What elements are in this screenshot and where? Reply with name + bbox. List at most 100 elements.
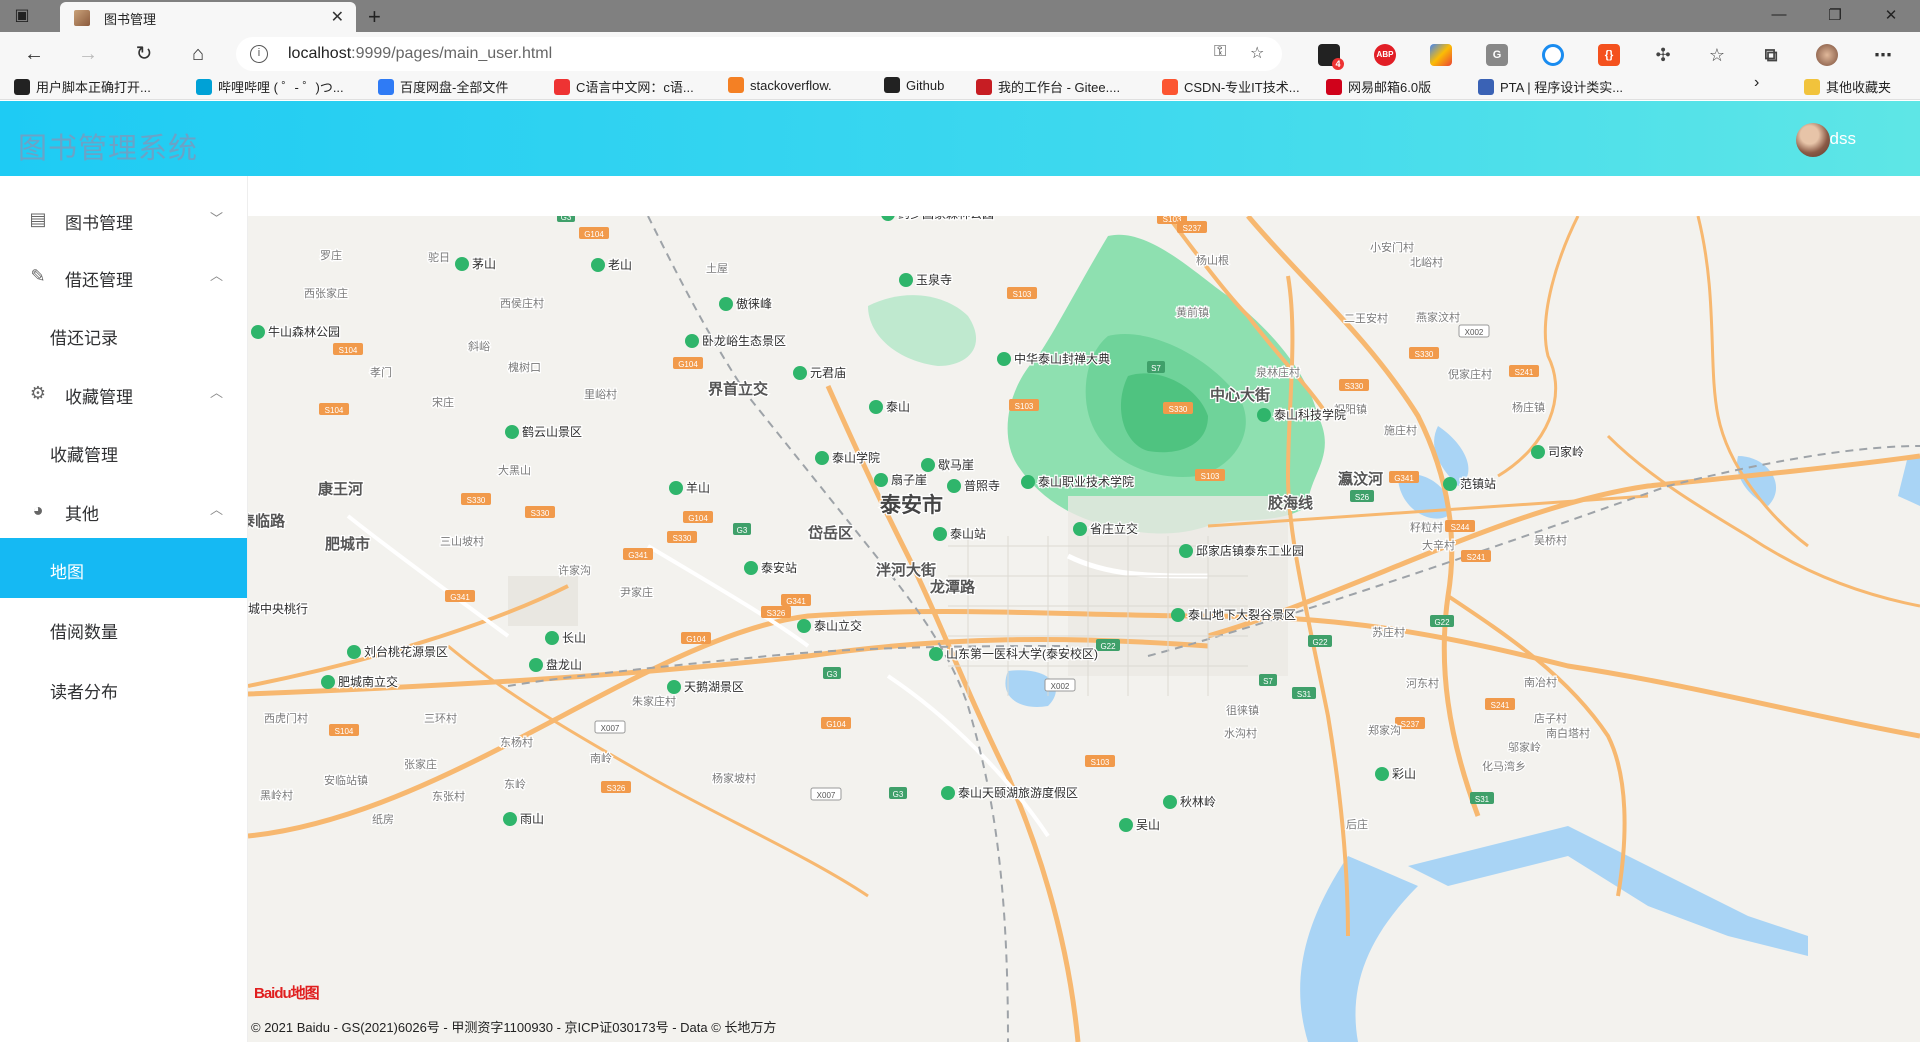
- baidu-map[interactable]: S104 G3 G104 S104 S104 G104 S330 S330 G104 G3 S330…: [248, 216, 1920, 1042]
- poi-marker-icon[interactable]: [744, 561, 758, 575]
- adblock-icon[interactable]: ABP: [1374, 44, 1396, 66]
- poi-marker-icon[interactable]: [899, 273, 913, 287]
- bookmark-item[interactable]: 哔哩哔哩 ( ゜- ゜)つ...: [196, 77, 344, 96]
- minimize-icon[interactable]: —: [1756, 6, 1802, 23]
- poi-marker-icon[interactable]: [321, 675, 335, 689]
- window-close-icon[interactable]: ✕: [1868, 6, 1914, 24]
- poi-label: 中华泰山封禅大典: [1014, 351, 1110, 366]
- extension-json-icon[interactable]: {}: [1598, 44, 1620, 66]
- bookmark-item[interactable]: 网易邮箱6.0版: [1326, 77, 1431, 96]
- bookmark-item[interactable]: CSDN-专业IT技术...: [1162, 77, 1300, 96]
- poi-marker-icon[interactable]: [1163, 795, 1177, 809]
- bookmark-item[interactable]: C语言中文网：c语...: [554, 77, 694, 96]
- add-favorite-icon[interactable]: ☆: [1250, 43, 1264, 63]
- bookmark-item[interactable]: 其他收藏夹: [1804, 77, 1891, 96]
- menu-item[interactable]: 借还记录: [0, 304, 247, 364]
- poi-marker-icon[interactable]: [529, 658, 543, 672]
- poi-marker-icon[interactable]: [251, 325, 265, 339]
- poi-marker-icon[interactable]: [921, 458, 935, 472]
- poi-marker-icon[interactable]: [545, 631, 559, 645]
- site-info-icon[interactable]: i: [250, 45, 268, 63]
- poi-marker-icon[interactable]: [933, 527, 947, 541]
- menu-group[interactable]: ▤ 图书管理 ﹀: [0, 190, 247, 247]
- menu-group[interactable]: ◕ 其他 ︿: [0, 481, 247, 538]
- key-icon[interactable]: ⚿: [1214, 43, 1226, 61]
- collections-icon[interactable]: ⧉: [1760, 44, 1782, 66]
- bookmark-item[interactable]: stackoverflow.: [728, 77, 832, 93]
- village-label: 宋庄: [432, 395, 454, 409]
- menu-group[interactable]: ✎ 借还管理 ︿: [0, 247, 247, 304]
- village-label: 西侯庄村: [500, 296, 544, 310]
- road-badge-label: G104: [826, 720, 846, 729]
- poi-marker-icon[interactable]: [1073, 522, 1087, 536]
- poi-marker-icon[interactable]: [667, 680, 681, 694]
- poi-marker-icon[interactable]: [719, 297, 733, 311]
- forward-icon[interactable]: →: [72, 38, 104, 70]
- village-label: 三山坡村: [440, 534, 484, 548]
- poi-marker-icon[interactable]: [1257, 408, 1271, 422]
- poi-marker-icon[interactable]: [347, 645, 361, 659]
- road-badge-label: S326: [767, 609, 786, 618]
- profile-avatar-icon[interactable]: [1816, 44, 1838, 66]
- extension-ring-icon[interactable]: [1542, 44, 1564, 66]
- favorites-icon[interactable]: ☆: [1706, 44, 1728, 66]
- poi-marker-icon[interactable]: [1531, 445, 1545, 459]
- reload-icon[interactable]: ↻: [128, 38, 160, 70]
- road-badge-label: G341: [786, 597, 806, 606]
- poi-marker-icon[interactable]: [1119, 818, 1133, 832]
- back-icon[interactable]: ←: [18, 38, 50, 70]
- menu-item[interactable]: 借阅数量: [0, 598, 247, 658]
- poi-marker-icon[interactable]: [1375, 767, 1389, 781]
- menu-item[interactable]: 地图: [0, 538, 247, 598]
- map-canvas[interactable]: S104 G3 G104 S104 S104 G104 S330 S330 G104 G3 S330…: [248, 216, 1920, 1042]
- home-icon[interactable]: ⌂: [182, 38, 214, 70]
- poi-marker-icon[interactable]: [815, 451, 829, 465]
- poi-marker-icon[interactable]: [1021, 475, 1035, 489]
- extension-badge-icon[interactable]: 4: [1318, 44, 1344, 70]
- menu-group[interactable]: ⚙ 收藏管理 ︿: [0, 364, 247, 421]
- poi-marker-icon[interactable]: [455, 257, 469, 271]
- poi-marker-icon[interactable]: [669, 481, 683, 495]
- poi-label: 歇马崖: [938, 458, 974, 472]
- poi-marker-icon[interactable]: [797, 619, 811, 633]
- road-badge-label: G104: [686, 635, 706, 644]
- poi-marker-icon[interactable]: [941, 786, 955, 800]
- poi-label: 范镇站: [1460, 477, 1496, 491]
- poi-marker-icon[interactable]: [997, 352, 1011, 366]
- poi-marker-icon[interactable]: [793, 366, 807, 380]
- poi-marker-icon[interactable]: [947, 479, 961, 493]
- new-tab-icon[interactable]: +: [368, 4, 381, 30]
- extension-shield-icon[interactable]: [1430, 44, 1452, 66]
- extension-g-icon[interactable]: G: [1486, 44, 1508, 66]
- extension-badge-count: 4: [1332, 58, 1344, 70]
- bookmark-item[interactable]: Github: [884, 77, 944, 93]
- poi-marker-icon[interactable]: [869, 400, 883, 414]
- bookmarks-overflow-icon[interactable]: ›: [1754, 74, 1759, 92]
- poi-marker-icon[interactable]: [929, 647, 943, 661]
- bookmark-item[interactable]: PTA | 程序设计类实...: [1478, 77, 1623, 96]
- poi-marker-icon[interactable]: [503, 812, 517, 826]
- bookmark-item[interactable]: 百度网盘-全部文件: [378, 77, 508, 96]
- menu-item[interactable]: 收藏管理: [0, 421, 247, 481]
- more-menu-icon[interactable]: ⋯: [1872, 44, 1894, 66]
- poi-marker-icon[interactable]: [591, 258, 605, 272]
- address-bar[interactable]: i localhost:9999/pages/main_user.html ⚿ …: [236, 37, 1282, 71]
- user-name[interactable]: dss: [1830, 129, 1856, 149]
- poi-marker-icon[interactable]: [874, 473, 888, 487]
- menu-item[interactable]: 读者分布: [0, 658, 247, 718]
- poi-marker-icon[interactable]: [685, 334, 699, 348]
- bookmark-item[interactable]: 我的工作台 - Gitee....: [976, 77, 1120, 96]
- address-url[interactable]: localhost:9999/pages/main_user.html: [288, 45, 552, 63]
- user-avatar[interactable]: [1796, 123, 1830, 157]
- extensions-puzzle-icon[interactable]: ✣: [1652, 44, 1674, 66]
- browser-tab[interactable]: 图书管理 ✕: [60, 2, 356, 32]
- tab-actions-icon[interactable]: ▣: [12, 6, 32, 26]
- bookmark-item[interactable]: 用户脚本正确打开...: [14, 77, 151, 96]
- poi-marker-icon[interactable]: [1171, 608, 1185, 622]
- restore-icon[interactable]: ❐: [1812, 6, 1858, 24]
- bookmark-favicon-icon: [196, 79, 212, 95]
- tab-close-icon[interactable]: ✕: [331, 7, 344, 27]
- poi-marker-icon[interactable]: [1443, 477, 1457, 491]
- poi-marker-icon[interactable]: [1179, 544, 1193, 558]
- poi-marker-icon[interactable]: [505, 425, 519, 439]
